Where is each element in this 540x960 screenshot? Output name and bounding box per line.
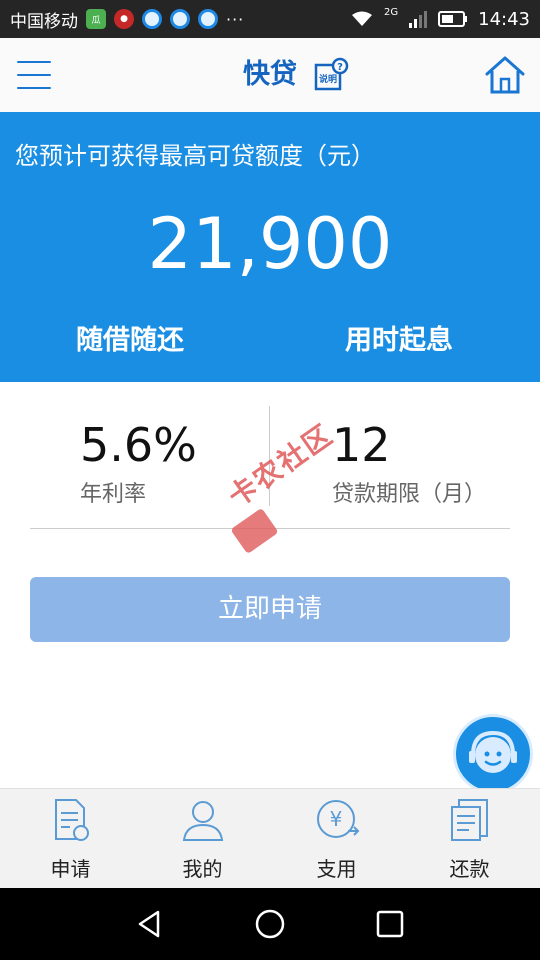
q-app-icon	[198, 9, 218, 29]
red-app-icon: ●	[114, 9, 134, 29]
customer-service-icon	[469, 730, 517, 773]
nav-item-withdraw[interactable]: ¥ 支用	[269, 789, 404, 889]
svg-text:?: ?	[337, 62, 343, 73]
status-left: 中国移动 瓜 ● ···	[10, 0, 244, 38]
apply-document-icon	[55, 799, 89, 841]
app-header: 快贷 ? 说明	[0, 38, 540, 113]
page-title: 快贷	[243, 59, 297, 90]
annual-rate-label: 年利率	[80, 482, 147, 507]
status-bar: 中国移动 瓜 ● ··· 2G 14:43	[0, 0, 540, 38]
q-app-icon	[142, 9, 162, 29]
credit-limit-label: 您预计可获得最高可贷额度（元）	[15, 142, 375, 170]
watermark-text: 卡农社区	[222, 417, 340, 514]
nav-item-apply[interactable]: 申请	[3, 789, 138, 889]
recents-icon[interactable]	[374, 908, 406, 940]
q-app-icon	[170, 9, 190, 29]
nav-label-withdraw: 支用	[316, 857, 357, 881]
nav-label-apply: 申请	[50, 857, 91, 881]
status-right: 2G 14:43	[350, 0, 530, 38]
nav-item-mine[interactable]: 我的	[135, 789, 270, 889]
battery-icon	[438, 11, 468, 27]
credit-limit-amount: 21,900	[147, 203, 393, 285]
carrier-label: 中国移动	[10, 11, 78, 32]
watermark-logo	[230, 507, 279, 555]
help-doc-icon: ? 说明	[314, 57, 349, 91]
bottom-nav: 申请 我的 ¥ 支用 还款	[0, 788, 540, 889]
help-button[interactable]: ? 说明	[313, 57, 349, 93]
nav-label-mine: 我的	[182, 857, 223, 881]
credit-limit-banner: 您预计可获得最高可贷额度（元） 21,900 随借随还 用时起息	[0, 112, 540, 382]
clock: 14:43	[478, 8, 530, 30]
home-circle-icon[interactable]	[254, 908, 286, 940]
customer-service-button[interactable]	[453, 714, 533, 794]
user-profile-icon	[182, 801, 224, 841]
yuan-withdraw-icon: ¥	[317, 800, 360, 838]
system-nav-bar	[0, 888, 540, 960]
melon-app-icon: 瓜	[86, 9, 106, 29]
home-button[interactable]	[484, 55, 526, 95]
overflow-dots: ···	[226, 9, 245, 29]
signal-icon	[409, 11, 428, 28]
repay-document-icon	[451, 799, 488, 841]
apply-now-button[interactable]: 立即申请	[30, 577, 510, 642]
network-type: 2G	[384, 6, 399, 18]
watermark: 卡农社区	[168, 371, 383, 588]
help-label: 说明	[319, 73, 337, 85]
wifi-icon	[352, 11, 372, 26]
home-icon	[485, 56, 525, 94]
nav-label-repay: 还款	[449, 857, 490, 881]
back-icon[interactable]	[134, 908, 166, 940]
nav-item-repay[interactable]: 还款	[402, 789, 537, 889]
feature-interest-on-use: 用时起息	[345, 325, 453, 356]
svg-text:¥: ¥	[330, 807, 343, 831]
feature-flexible-repay: 随借随还	[76, 325, 184, 356]
